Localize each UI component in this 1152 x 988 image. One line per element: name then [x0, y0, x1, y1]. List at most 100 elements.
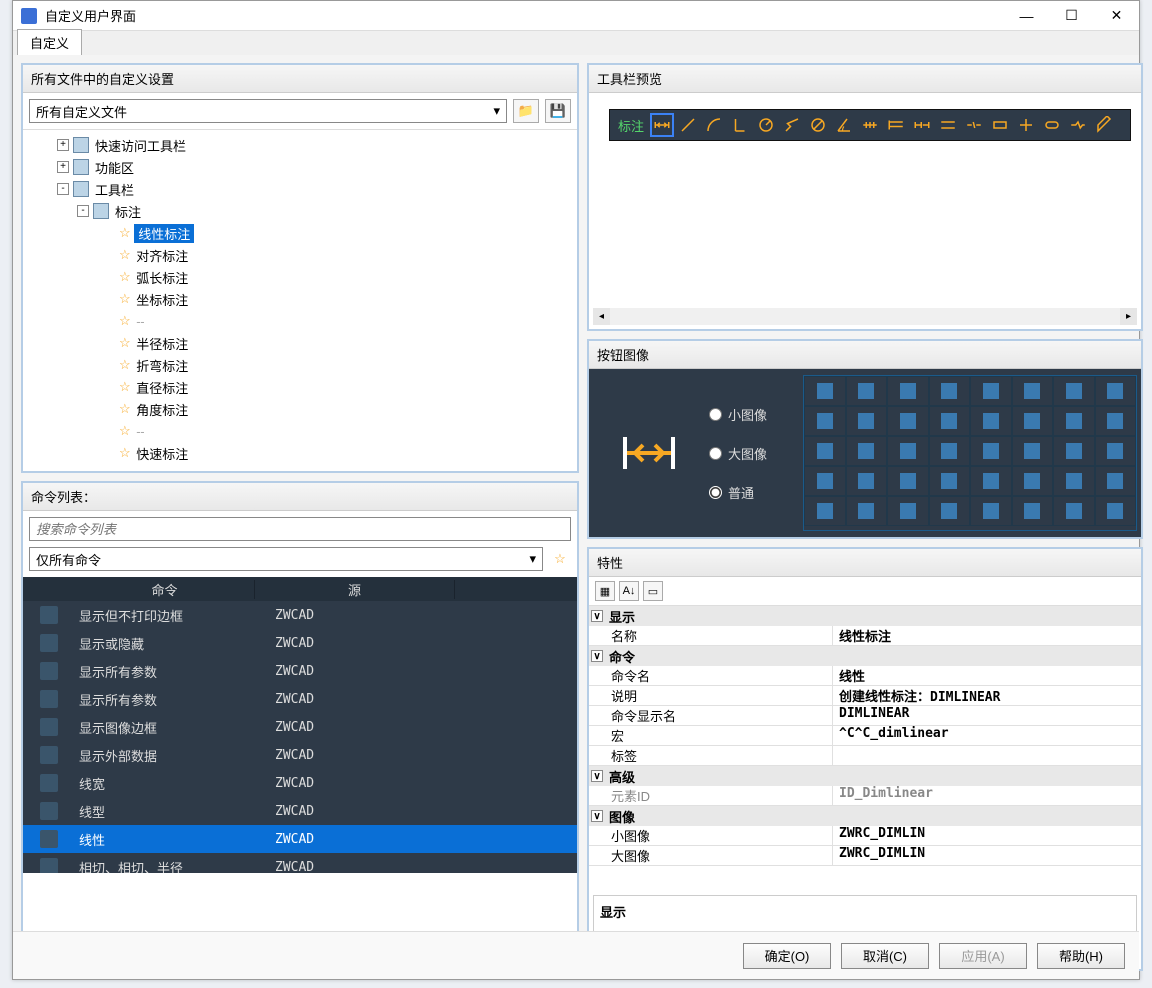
dim-arc-icon[interactable] [702, 113, 726, 137]
dim-inspect-icon[interactable] [1040, 113, 1064, 137]
cui-file-combo[interactable]: 所有自定义文件 ▾ [29, 99, 507, 123]
radio-large[interactable]: 大图像 [709, 444, 799, 463]
image-cell[interactable] [1012, 406, 1054, 436]
dim-space-icon[interactable] [936, 113, 960, 137]
tree-item[interactable]: ☆ - - [27, 420, 573, 442]
command-table[interactable]: 命令 源 显示但不打印边框ZWCAD显示或隐藏ZWCAD显示所有参数ZWCAD显… [23, 577, 577, 873]
image-cell[interactable] [1053, 376, 1095, 406]
property-category[interactable]: ∨图像 [589, 806, 1141, 826]
tree-item[interactable]: ☆ 折弯标注 [27, 354, 573, 376]
image-cell[interactable] [846, 496, 888, 526]
radio-small[interactable]: 小图像 [709, 405, 799, 424]
dim-center-icon[interactable] [1014, 113, 1038, 137]
image-cell[interactable] [929, 466, 971, 496]
ok-button[interactable]: 确定(O) [743, 943, 831, 969]
tree-node[interactable]: +快速访问工具栏 [27, 134, 573, 156]
tree-item[interactable]: ☆ 直径标注 [27, 376, 573, 398]
command-row[interactable]: 线性ZWCAD [23, 825, 577, 853]
favorites-filter-button[interactable]: ☆ [549, 547, 571, 571]
image-cell[interactable] [970, 466, 1012, 496]
tree-item[interactable]: ☆ 弧长标注 [27, 266, 573, 288]
dim-edit-icon[interactable] [1092, 113, 1116, 137]
image-library-grid[interactable] [803, 375, 1137, 531]
dim-linear-icon[interactable] [650, 113, 674, 137]
image-cell[interactable] [929, 496, 971, 526]
image-cell[interactable] [1012, 436, 1054, 466]
property-category[interactable]: ∨显示 [589, 606, 1141, 626]
dim-angular-icon[interactable] [832, 113, 856, 137]
dim-quick-icon[interactable] [858, 113, 882, 137]
tab-customize[interactable]: 自定义 [17, 29, 82, 55]
image-cell[interactable] [970, 436, 1012, 466]
image-cell[interactable] [1095, 376, 1137, 406]
dim-baseline-icon[interactable] [884, 113, 908, 137]
minimize-button[interactable]: ― [1004, 1, 1049, 31]
command-row[interactable]: 线宽ZWCAD [23, 769, 577, 797]
customizations-tree[interactable]: +快速访问工具栏+功能区-工具栏-标注☆ 线性标注☆ 对齐标注☆ 弧长标注☆ 坐… [23, 130, 577, 466]
image-cell[interactable] [970, 376, 1012, 406]
command-row[interactable]: 显示或隐藏ZWCAD [23, 629, 577, 657]
property-category[interactable]: ∨命令 [589, 646, 1141, 666]
image-cell[interactable] [1095, 496, 1137, 526]
tree-node[interactable]: -工具栏 [27, 178, 573, 200]
command-row[interactable]: 显示外部数据ZWCAD [23, 741, 577, 769]
maximize-button[interactable]: ☐ [1049, 1, 1094, 31]
image-cell[interactable] [887, 406, 929, 436]
tree-item[interactable]: ☆ 对齐标注 [27, 244, 573, 266]
image-cell[interactable] [1012, 376, 1054, 406]
command-filter-combo[interactable]: 仅所有命令 ▾ [29, 547, 543, 571]
image-cell[interactable] [887, 376, 929, 406]
image-cell[interactable] [1095, 436, 1137, 466]
scroll-left-icon[interactable]: ◂ [593, 308, 610, 325]
open-folder-button[interactable]: 📁 [513, 99, 539, 123]
image-cell[interactable] [887, 496, 929, 526]
dim-ordinate-icon[interactable] [728, 113, 752, 137]
dim-continue-icon[interactable] [910, 113, 934, 137]
image-cell[interactable] [1053, 496, 1095, 526]
property-category[interactable]: ∨高级 [589, 766, 1141, 786]
property-row[interactable]: 宏^C^C_dimlinear [589, 726, 1141, 746]
command-row[interactable]: 显示所有参数ZWCAD [23, 657, 577, 685]
image-cell[interactable] [1095, 466, 1137, 496]
property-row[interactable]: 小图像ZWRC_DIMLIN [589, 826, 1141, 846]
properties-grid[interactable]: ∨显示名称线性标注∨命令命令名线性说明创建线性标注：DIMLINEAR命令显示名… [589, 606, 1141, 866]
save-button[interactable]: 💾 [545, 99, 571, 123]
close-button[interactable]: ✕ [1094, 1, 1139, 31]
tree-item[interactable]: ☆ 坐标标注 [27, 288, 573, 310]
image-cell[interactable] [804, 466, 846, 496]
image-cell[interactable] [929, 436, 971, 466]
image-cell[interactable] [970, 496, 1012, 526]
scroll-right-icon[interactable]: ▸ [1120, 308, 1137, 325]
image-cell[interactable] [846, 436, 888, 466]
image-cell[interactable] [1095, 406, 1137, 436]
image-cell[interactable] [1053, 406, 1095, 436]
dim-diameter-icon[interactable] [806, 113, 830, 137]
alphabetical-button[interactable]: A↓ [619, 581, 639, 601]
image-cell[interactable] [1012, 466, 1054, 496]
tree-item[interactable]: ☆ 线性标注 [27, 222, 573, 244]
command-row[interactable]: 显示所有参数ZWCAD [23, 685, 577, 713]
image-cell[interactable] [846, 406, 888, 436]
tree-item[interactable]: ☆ 半径标注 [27, 332, 573, 354]
image-cell[interactable] [804, 496, 846, 526]
image-cell[interactable] [804, 436, 846, 466]
image-cell[interactable] [929, 406, 971, 436]
property-row[interactable]: 元素IDID_Dimlinear [589, 786, 1141, 806]
dim-radius-icon[interactable] [754, 113, 778, 137]
command-row[interactable]: 相切、相切、半径ZWCAD [23, 853, 577, 873]
image-cell[interactable] [804, 376, 846, 406]
image-cell[interactable] [970, 406, 1012, 436]
cancel-button[interactable]: 取消(C) [841, 943, 929, 969]
tree-item[interactable]: ☆ 快速标注 [27, 442, 573, 464]
image-cell[interactable] [887, 436, 929, 466]
tree-node[interactable]: +功能区 [27, 156, 573, 178]
image-cell[interactable] [887, 466, 929, 496]
command-row[interactable]: 显示但不打印边框ZWCAD [23, 601, 577, 629]
property-row[interactable]: 名称线性标注 [589, 626, 1141, 646]
image-cell[interactable] [846, 466, 888, 496]
help-button[interactable]: 帮助(H) [1037, 943, 1125, 969]
image-cell[interactable] [1012, 496, 1054, 526]
command-row[interactable]: 显示图像边框ZWCAD [23, 713, 577, 741]
command-search-input[interactable] [29, 517, 571, 541]
image-cell[interactable] [1053, 466, 1095, 496]
